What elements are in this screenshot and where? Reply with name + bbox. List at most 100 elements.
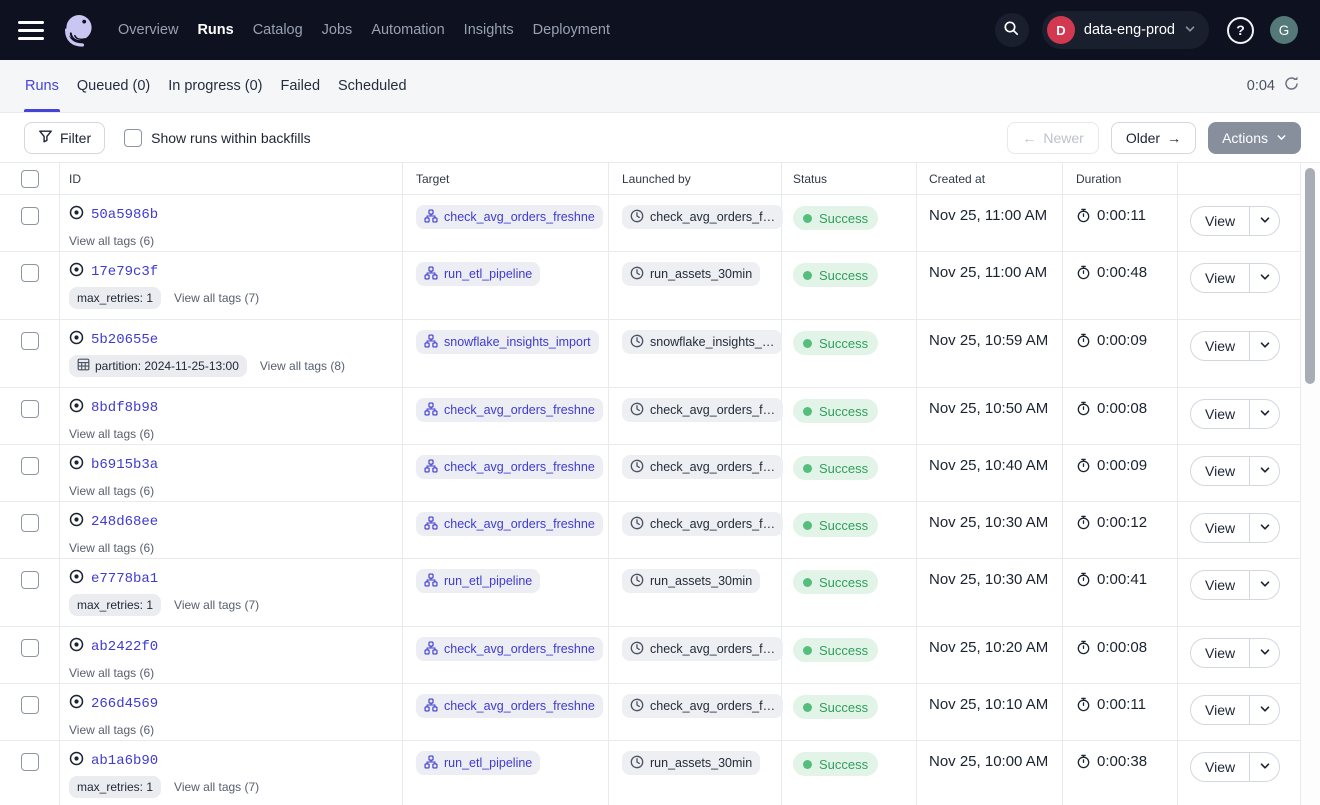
- run-id-link[interactable]: 17e79c3f: [91, 264, 158, 280]
- target-chip[interactable]: check_avg_orders_freshne: [416, 637, 603, 661]
- view-all-tags-link[interactable]: View all tags (6): [69, 666, 154, 680]
- search-button[interactable]: [995, 13, 1029, 47]
- topnav-item-deployment[interactable]: Deployment: [533, 22, 610, 38]
- view-dropdown-button[interactable]: [1250, 207, 1279, 235]
- run-id-link[interactable]: 5b20655e: [91, 332, 158, 348]
- tab-failed[interactable]: Failed: [280, 60, 322, 112]
- target-chip[interactable]: check_avg_orders_freshne: [416, 512, 603, 536]
- view-all-tags-link[interactable]: View all tags (6): [69, 234, 154, 248]
- tag-pill[interactable]: max_retries: 1: [69, 287, 161, 309]
- view-button[interactable]: View: [1191, 753, 1250, 781]
- run-id-link[interactable]: e7778ba1: [91, 571, 158, 587]
- view-button[interactable]: View: [1191, 514, 1250, 542]
- tag-pill[interactable]: partition: 2024-11-25-13:00: [69, 355, 247, 377]
- row-checkbox[interactable]: [21, 400, 39, 418]
- tab-in-progress-0[interactable]: In progress (0): [167, 60, 263, 112]
- backfills-checkbox[interactable]: [124, 129, 142, 147]
- row-checkbox[interactable]: [21, 264, 39, 282]
- launched-by-chip[interactable]: run_assets_30min: [622, 569, 760, 593]
- run-id-link[interactable]: 50a5986b: [91, 207, 158, 223]
- view-all-tags-link[interactable]: View all tags (6): [69, 484, 154, 498]
- row-checkbox[interactable]: [21, 332, 39, 350]
- refresh-icon[interactable]: [1283, 75, 1300, 97]
- workspace-switcher[interactable]: D data-eng-prod: [1042, 11, 1209, 49]
- view-button[interactable]: View: [1191, 332, 1250, 360]
- launched-by-chip[interactable]: check_avg_orders_f…: [622, 205, 783, 229]
- view-dropdown-button[interactable]: [1250, 514, 1279, 542]
- menu-icon[interactable]: [18, 21, 44, 40]
- view-button[interactable]: View: [1191, 571, 1250, 599]
- run-id-link[interactable]: 266d4569: [91, 696, 158, 712]
- actions-button[interactable]: Actions: [1208, 122, 1301, 154]
- target-chip[interactable]: snowflake_insights_import: [416, 330, 599, 354]
- topnav-item-catalog[interactable]: Catalog: [253, 22, 303, 38]
- newer-button[interactable]: ← Newer: [1007, 122, 1098, 154]
- row-checkbox[interactable]: [21, 696, 39, 714]
- launched-by-chip[interactable]: check_avg_orders_f…: [622, 512, 783, 536]
- topnav-item-overview[interactable]: Overview: [118, 22, 178, 38]
- run-id-link[interactable]: b6915b3a: [91, 457, 158, 473]
- tag-pill[interactable]: max_retries: 1: [69, 594, 161, 616]
- tab-scheduled[interactable]: Scheduled: [337, 60, 408, 112]
- view-all-tags-link[interactable]: View all tags (8): [260, 359, 345, 373]
- view-dropdown-button[interactable]: [1250, 457, 1279, 485]
- row-checkbox[interactable]: [21, 207, 39, 225]
- row-checkbox[interactable]: [21, 457, 39, 475]
- run-id-link[interactable]: 8bdf8b98: [91, 400, 158, 416]
- row-checkbox[interactable]: [21, 753, 39, 771]
- target-chip[interactable]: check_avg_orders_freshne: [416, 398, 603, 422]
- topnav-item-jobs[interactable]: Jobs: [322, 22, 353, 38]
- view-all-tags-link[interactable]: View all tags (7): [174, 598, 259, 612]
- target-chip[interactable]: check_avg_orders_freshne: [416, 205, 603, 229]
- tag-pill[interactable]: max_retries: 1: [69, 776, 161, 798]
- launched-by-chip[interactable]: check_avg_orders_f…: [622, 455, 783, 479]
- view-button[interactable]: View: [1191, 207, 1250, 235]
- view-button[interactable]: View: [1191, 639, 1250, 667]
- topnav-item-insights[interactable]: Insights: [464, 22, 514, 38]
- launched-by-chip[interactable]: check_avg_orders_f…: [622, 637, 783, 661]
- view-button[interactable]: View: [1191, 457, 1250, 485]
- tab-queued-0[interactable]: Queued (0): [76, 60, 151, 112]
- target-chip[interactable]: run_etl_pipeline: [416, 751, 540, 775]
- view-all-tags-link[interactable]: View all tags (6): [69, 427, 154, 441]
- target-chip[interactable]: run_etl_pipeline: [416, 569, 540, 593]
- view-dropdown-button[interactable]: [1250, 696, 1279, 724]
- view-dropdown-button[interactable]: [1250, 264, 1279, 292]
- scrollbar-track[interactable]: [1300, 163, 1320, 805]
- row-checkbox[interactable]: [21, 639, 39, 657]
- row-checkbox[interactable]: [21, 514, 39, 532]
- help-icon[interactable]: ?: [1227, 17, 1254, 44]
- run-id-link[interactable]: ab1a6b90: [91, 753, 158, 769]
- target-chip[interactable]: run_etl_pipeline: [416, 262, 540, 286]
- view-button[interactable]: View: [1191, 264, 1250, 292]
- view-button[interactable]: View: [1191, 696, 1250, 724]
- topnav-item-automation[interactable]: Automation: [371, 22, 444, 38]
- view-dropdown-button[interactable]: [1250, 753, 1279, 781]
- view-dropdown-button[interactable]: [1250, 571, 1279, 599]
- view-all-tags-link[interactable]: View all tags (7): [174, 291, 259, 305]
- view-dropdown-button[interactable]: [1250, 639, 1279, 667]
- launched-by-chip[interactable]: run_assets_30min: [622, 751, 760, 775]
- launched-by-chip[interactable]: snowflake_insights_…: [622, 330, 782, 354]
- topnav-item-runs[interactable]: Runs: [197, 22, 233, 38]
- launched-by-chip[interactable]: check_avg_orders_f…: [622, 398, 783, 422]
- select-all-checkbox[interactable]: [21, 170, 39, 188]
- run-id-link[interactable]: 248d68ee: [91, 514, 158, 530]
- dagster-logo-icon[interactable]: [61, 12, 98, 49]
- row-checkbox[interactable]: [21, 571, 39, 589]
- target-chip[interactable]: check_avg_orders_freshne: [416, 455, 603, 479]
- view-button[interactable]: View: [1191, 400, 1250, 428]
- filter-button[interactable]: Filter: [24, 122, 105, 154]
- view-all-tags-link[interactable]: View all tags (6): [69, 723, 154, 737]
- run-id-link[interactable]: ab2422f0: [91, 639, 158, 655]
- view-all-tags-link[interactable]: View all tags (6): [69, 541, 154, 555]
- older-button[interactable]: Older →: [1111, 122, 1196, 154]
- launched-by-chip[interactable]: run_assets_30min: [622, 262, 760, 286]
- tab-runs[interactable]: Runs: [24, 60, 60, 112]
- target-chip[interactable]: check_avg_orders_freshne: [416, 694, 603, 718]
- view-dropdown-button[interactable]: [1250, 400, 1279, 428]
- scrollbar-thumb[interactable]: [1305, 168, 1315, 384]
- launched-by-chip[interactable]: check_avg_orders_f…: [622, 694, 783, 718]
- view-all-tags-link[interactable]: View all tags (7): [174, 780, 259, 794]
- avatar[interactable]: G: [1270, 16, 1298, 44]
